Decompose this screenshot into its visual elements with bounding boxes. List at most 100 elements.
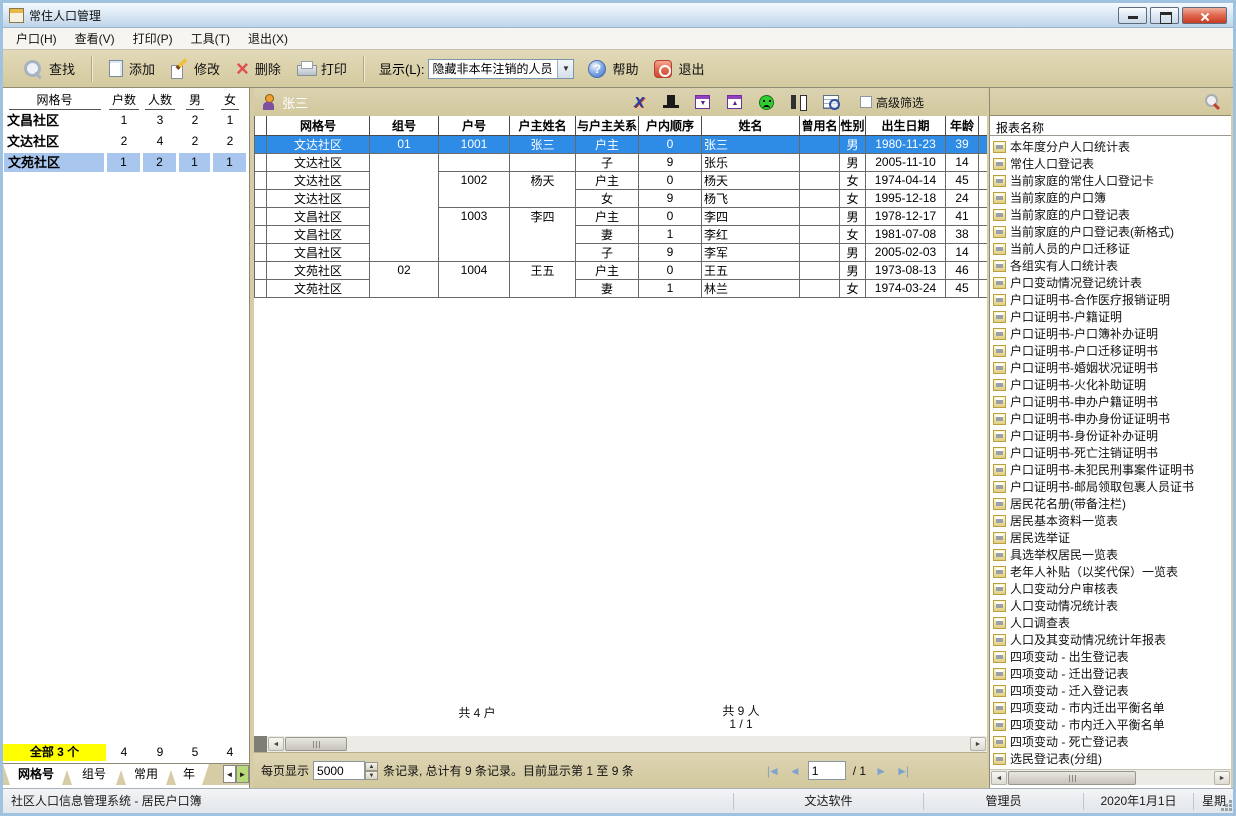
- table-row[interactable]: 文达社区女9杨飞女1995-12-1824: [255, 189, 988, 207]
- chevron-down-icon[interactable]: ▼: [557, 60, 573, 78]
- table-row[interactable]: 文达社区1002杨天户主0杨天女1974-04-1445: [255, 171, 988, 189]
- next-page-button[interactable]: ►: [873, 764, 887, 778]
- tab-常用[interactable]: 常用: [119, 764, 173, 785]
- help-button[interactable]: 帮助: [580, 55, 646, 82]
- grid-col-header-7[interactable]: 姓名: [702, 116, 800, 135]
- minimize-button[interactable]: [1118, 7, 1147, 24]
- advanced-filter-checkbox[interactable]: [860, 96, 872, 108]
- tab-网格号[interactable]: 网格号: [3, 764, 69, 785]
- report-item[interactable]: 当前人员的户口迁移证: [990, 240, 1231, 257]
- grid-col-header-2[interactable]: 组号: [370, 116, 439, 135]
- table-row[interactable]: 文昌社区1003李四户主0李四男1978-12-1741: [255, 207, 988, 225]
- report-item[interactable]: 老年人补贴（以奖代保）一览表: [990, 563, 1231, 580]
- tab-scroll-right-button[interactable]: ►: [236, 765, 249, 783]
- import-button[interactable]: ▲: [724, 92, 746, 112]
- report-item[interactable]: 当前家庭的户口登记表(新格式): [990, 223, 1231, 240]
- table-row[interactable]: 文昌社区妻1李红女1981-07-0838: [255, 225, 988, 243]
- grid-col-header-4[interactable]: 户主姓名: [510, 116, 576, 135]
- report-item[interactable]: 居民花名册(带备注栏): [990, 495, 1231, 512]
- report-item[interactable]: 户口证明书-婚姻状况证明书: [990, 359, 1231, 376]
- resize-grip[interactable]: [1229, 808, 1232, 811]
- delete-button[interactable]: × 删除: [228, 55, 289, 82]
- exit-button[interactable]: 退出: [646, 55, 712, 82]
- report-item[interactable]: 当前家庭的常住人口登记卡: [990, 172, 1231, 189]
- menu-item-3[interactable]: 打印(P): [124, 28, 182, 49]
- report-item[interactable]: 户口证明书-邮局领取包裹人员证书: [990, 478, 1231, 495]
- spin-up-button[interactable]: ▲: [365, 762, 378, 771]
- menu-item-1[interactable]: 户口(H): [7, 28, 66, 49]
- report-item[interactable]: 户口证明书-死亡注销证明书: [990, 444, 1231, 461]
- report-item[interactable]: 户口证明书-户口迁移证明书: [990, 342, 1231, 359]
- community-col-header-5[interactable]: 女: [221, 91, 239, 110]
- export-button[interactable]: ▼: [692, 92, 714, 112]
- add-button[interactable]: 添加: [101, 55, 163, 82]
- prev-page-button[interactable]: ◄: [787, 764, 801, 778]
- advanced-filter-toggle[interactable]: 高级筛选: [860, 94, 924, 111]
- grid-col-header-9[interactable]: 性别: [840, 116, 866, 135]
- report-item[interactable]: 四项变动 - 出生登记表: [990, 648, 1231, 665]
- first-page-button[interactable]: |◄: [765, 764, 780, 778]
- report-item[interactable]: 人口调查表: [990, 614, 1231, 631]
- table-row[interactable]: 文苑社区妻1林兰女1974-03-2445: [255, 279, 988, 297]
- menu-item-4[interactable]: 工具(T): [182, 28, 239, 49]
- spin-down-button[interactable]: ▼: [365, 771, 378, 780]
- grid-col-header-1[interactable]: 网格号: [267, 116, 370, 135]
- maximize-button[interactable]: [1150, 7, 1179, 24]
- magic-wizard-button[interactable]: [660, 92, 682, 112]
- close-button[interactable]: [1182, 7, 1227, 24]
- report-item[interactable]: 当前家庭的户口登记表: [990, 206, 1231, 223]
- scroll-thumb[interactable]: [1008, 771, 1136, 785]
- community-row[interactable]: 文苑社区1211: [3, 152, 249, 173]
- status-face-button[interactable]: [756, 92, 778, 112]
- report-item[interactable]: 人口及其变动情况统计年报表: [990, 631, 1231, 648]
- page-size-spinner[interactable]: ▲ ▼: [365, 762, 378, 780]
- community-col-header-3[interactable]: 人数: [145, 91, 175, 110]
- table-row[interactable]: 文达社区子9张乐男2005-11-1014: [255, 153, 988, 171]
- tab-组号[interactable]: 组号: [65, 764, 123, 785]
- report-item[interactable]: 四项变动 - 死亡登记表: [990, 733, 1231, 750]
- community-col-header-1[interactable]: 网格号: [9, 91, 101, 110]
- tab-scroll-left-button[interactable]: ◄: [223, 765, 236, 783]
- report-item[interactable]: 四项变动 - 迁入登记表: [990, 682, 1231, 699]
- scroll-right-button[interactable]: ►: [1214, 771, 1230, 785]
- grid-col-header-3[interactable]: 户号: [439, 116, 510, 135]
- table-row[interactable]: 文苑社区021004王五户主0王五男1973-08-1346: [255, 261, 988, 279]
- report-item[interactable]: 四项变动 - 市内迁入平衡名单: [990, 716, 1231, 733]
- menu-item-2[interactable]: 查看(V): [66, 28, 124, 49]
- title-bar[interactable]: 常住人口管理: [3, 3, 1233, 28]
- report-search-icon[interactable]: [1205, 94, 1221, 110]
- report-item[interactable]: 户口证明书-火化补助证明: [990, 376, 1231, 393]
- report-item[interactable]: 各组实有人口统计表: [990, 257, 1231, 274]
- scroll-right-button[interactable]: ►: [970, 737, 986, 751]
- column-layout-button[interactable]: [788, 92, 810, 112]
- community-col-header-4[interactable]: 男: [186, 91, 204, 110]
- menu-item-5[interactable]: 退出(X): [239, 28, 297, 49]
- grid-col-header-8[interactable]: 曾用名: [800, 116, 840, 135]
- report-item[interactable]: 四项变动 - 市内迁出平衡名单: [990, 699, 1231, 716]
- grid-col-header-6[interactable]: 户内顺序: [639, 116, 702, 135]
- scroll-left-button[interactable]: ◄: [991, 771, 1007, 785]
- tab-年[interactable]: 年: [169, 764, 209, 785]
- report-item[interactable]: 常住人口登记表: [990, 155, 1231, 172]
- grid-hscrollbar[interactable]: ◄ ►: [254, 736, 987, 752]
- table-row[interactable]: 文达社区011001张三户主0张三男1980-11-2339: [255, 135, 988, 153]
- report-item[interactable]: 户口变动情况登记统计表: [990, 274, 1231, 291]
- report-item[interactable]: 四项变动 - 迁出登记表: [990, 665, 1231, 682]
- report-item[interactable]: 人口变动分户审核表: [990, 580, 1231, 597]
- report-item[interactable]: 当前家庭的户口簿: [990, 189, 1231, 206]
- scroll-left-button[interactable]: ◄: [268, 737, 284, 751]
- grid-col-header-11[interactable]: 年龄: [946, 116, 979, 135]
- report-item[interactable]: 户口证明书-户口簿补办证明: [990, 325, 1231, 342]
- page-size-input[interactable]: [313, 761, 365, 780]
- table-row[interactable]: 文昌社区子9李军男2005-02-0314: [255, 243, 988, 261]
- find-button[interactable]: 查找: [15, 55, 83, 83]
- scroll-thumb[interactable]: [285, 737, 347, 751]
- community-row[interactable]: 文达社区2422: [3, 131, 249, 152]
- community-row[interactable]: 文昌社区1321: [3, 110, 249, 131]
- report-item[interactable]: 户口证明书-申办户籍证明书: [990, 393, 1231, 410]
- current-page-input[interactable]: [808, 761, 846, 780]
- community-col-header-2[interactable]: 户数: [109, 91, 139, 110]
- report-item[interactable]: 户口证明书-申办身份证证明书: [990, 410, 1231, 427]
- report-item[interactable]: 户口证明书-身份证补办证明: [990, 427, 1231, 444]
- report-item[interactable]: 居民基本资料一览表: [990, 512, 1231, 529]
